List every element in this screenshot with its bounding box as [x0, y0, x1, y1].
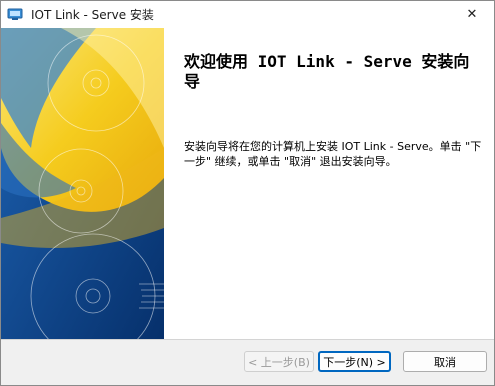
- back-button[interactable]: < 上一步(B): [244, 351, 314, 372]
- installer-app-icon: [7, 8, 23, 20]
- close-icon: ✕: [466, 6, 478, 22]
- button-bar: < 上一步(B) 下一步(N) > 取消: [1, 339, 494, 385]
- window-title: IOT Link - Serve 安装: [31, 8, 154, 22]
- cancel-button[interactable]: 取消: [403, 351, 487, 372]
- welcome-heading: 欢迎使用 IOT Link - Serve 安装向导: [184, 52, 470, 91]
- next-button[interactable]: 下一步(N) >: [318, 351, 391, 372]
- close-button[interactable]: ✕: [450, 1, 494, 27]
- welcome-panel: 欢迎使用 IOT Link - Serve 安装向导 安装向导将在您的计算机上安…: [164, 28, 494, 339]
- welcome-description: 安装向导将在您的计算机上安装 IOT Link - Serve。单击 "下一步"…: [184, 140, 482, 168]
- disc-artwork: [1, 28, 164, 339]
- title-bar[interactable]: IOT Link - Serve 安装 ✕: [1, 1, 494, 27]
- installer-window: IOT Link - Serve 安装 ✕ 欢迎使用 IOT Link - Se…: [0, 0, 495, 386]
- installer-banner-image: [1, 28, 164, 339]
